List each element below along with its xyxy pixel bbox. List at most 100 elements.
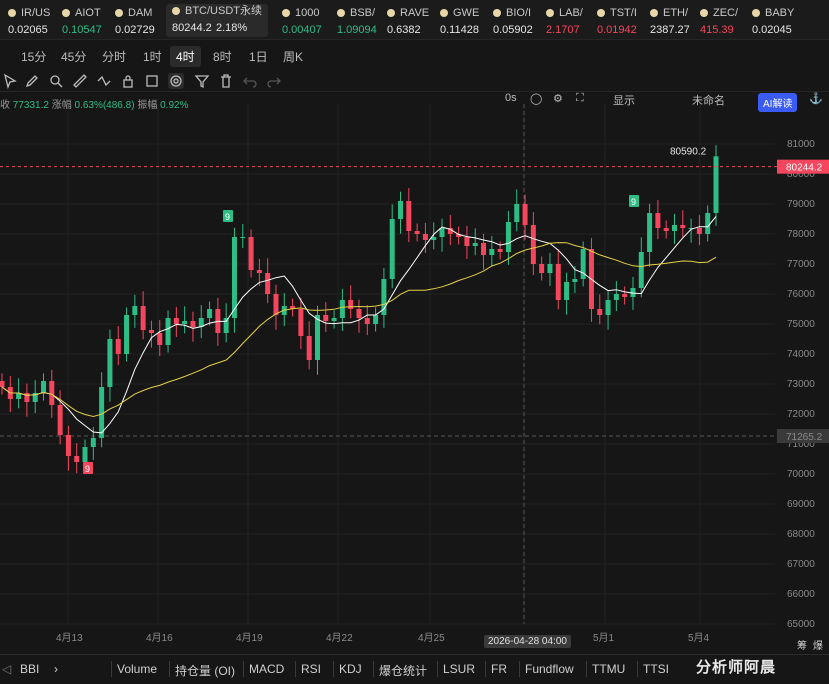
ticker-bar: IR/US 0.02065 AIOT 0.10547 DAM 0.02729 BTC/USD… [0, 0, 829, 40]
candle-body [647, 213, 653, 252]
candle-body [115, 339, 121, 354]
expand-indicators-icon[interactable]: › [54, 662, 58, 676]
interval-tab[interactable]: 分时 [96, 46, 132, 67]
ticker-item[interactable]: BTC/USDT永续 80244.2 2.18% [166, 4, 268, 37]
candle-body [696, 228, 702, 234]
ticker-item[interactable]: AIOT 0.10547 [62, 6, 102, 37]
candle-body [132, 306, 138, 315]
y-tick-label: 65000 [787, 619, 815, 630]
indicator-tab[interactable]: MACD [249, 662, 284, 676]
filter-icon[interactable] [194, 73, 210, 89]
ticker-item[interactable]: GWE 0.11428 [440, 6, 479, 37]
ticker-item[interactable]: DAM 0.02729 [115, 6, 155, 37]
candle-body [398, 201, 404, 219]
pencil-icon[interactable] [24, 73, 40, 89]
indicator-tab[interactable]: 持仓量 (OI) [175, 662, 235, 679]
candle-body [705, 213, 711, 234]
candle-body [481, 243, 487, 255]
candle-body [323, 315, 329, 321]
interval-tab[interactable]: 1日 [243, 46, 274, 67]
ticker-change: 2.18% [216, 22, 248, 34]
candle-body [497, 249, 503, 252]
candle-body [572, 279, 578, 282]
indicator-tab[interactable]: BBI [20, 662, 39, 676]
ticker-item[interactable]: LAB/2.1707 [546, 6, 583, 37]
ticker-price: 2.1707 [546, 24, 580, 36]
candle-body [173, 318, 179, 324]
indicator-tab[interactable]: TTMU [592, 662, 625, 676]
liquidation-tab[interactable]: 爆 [813, 637, 823, 652]
watermark: 分析师阿晨 [696, 659, 777, 676]
undo-icon[interactable] [242, 73, 258, 89]
redo-icon[interactable] [266, 73, 282, 89]
ticker-item[interactable]: BSB/1.09094 [337, 6, 377, 37]
crosshair-date-label: 2026-04-28 04:00 [484, 635, 571, 648]
link-icon[interactable] [168, 73, 184, 89]
indicator-tab[interactable]: KDJ [339, 662, 362, 676]
divider [519, 661, 520, 677]
ticker-price: 0.02729 [115, 24, 155, 36]
indicator-tab[interactable]: TTSI [643, 662, 669, 676]
candle-body [65, 435, 71, 456]
candle-body [597, 309, 603, 315]
indicator-tab[interactable]: 爆仓统计 [379, 662, 427, 679]
ticker-item[interactable]: BIO/I 0.05902 [493, 6, 533, 37]
candle-body [663, 228, 669, 231]
candle-body [165, 318, 171, 345]
template-icon[interactable] [144, 73, 160, 89]
ticker-item[interactable]: RAVE 0.6382 [387, 6, 429, 37]
ticker-item[interactable]: 1000 0.00407 [282, 6, 322, 37]
y-tick-label: 66000 [787, 589, 815, 600]
candle-body [414, 231, 420, 234]
interval-tab[interactable]: 4时 [170, 46, 201, 67]
y-tick-label: 68000 [787, 529, 815, 540]
scroll-left-icon[interactable]: ◁ [2, 662, 11, 676]
candle-body [638, 252, 644, 288]
candle-body [107, 339, 113, 387]
interval-tab[interactable]: 1时 [137, 46, 168, 67]
ticker-item[interactable]: BABY 0.02045 [752, 6, 794, 37]
candlestick-chart[interactable]: 6500066000670006800069000700007100072000… [0, 104, 829, 650]
ticker-price: 0.02045 [752, 24, 792, 36]
interval-tab[interactable]: 8时 [207, 46, 238, 67]
interval-tab[interactable]: 45分 [55, 46, 92, 67]
indicator-tab[interactable]: LSUR [443, 662, 475, 676]
candle-body [124, 315, 130, 354]
candle-body [539, 264, 545, 273]
ticker-item[interactable]: IR/US 0.02065 [8, 6, 50, 37]
high-price-label: 80590.2 [670, 146, 707, 157]
interval-tab[interactable]: 15分 [15, 46, 52, 67]
crosshair-price-label: 71265.2 [786, 432, 823, 443]
divider [437, 661, 438, 677]
interval-tab[interactable]: 周K [277, 46, 309, 67]
y-tick-label: 72000 [787, 409, 815, 420]
ticker-name: RAVE [387, 7, 429, 19]
y-tick-label: 75000 [787, 319, 815, 330]
ruler-icon[interactable] [72, 73, 88, 89]
ticker-item[interactable]: TST/I 0.01942 [597, 6, 637, 37]
candle-body [74, 456, 80, 462]
cursor-icon[interactable] [2, 73, 18, 89]
indicator-tab[interactable]: FR [491, 662, 507, 676]
ticker-item[interactable]: ETH/2387.27 [650, 6, 690, 37]
magnet-icon[interactable] [48, 73, 64, 89]
candle-body [505, 222, 511, 252]
ticker-price: 0.11428 [440, 24, 479, 36]
indicator-tab[interactable]: RSI [301, 662, 321, 676]
y-tick-label: 73000 [787, 379, 815, 390]
ticker-name: IR/US [8, 7, 50, 19]
ticker-item[interactable]: ZEC/415.39 [700, 6, 738, 37]
measure-icon[interactable] [96, 73, 112, 89]
indicator-tab[interactable]: Fundflow [525, 662, 574, 676]
lock-icon[interactable] [120, 73, 136, 89]
candle-body [406, 201, 412, 231]
indicator-tab[interactable]: Volume [117, 662, 157, 676]
trash-icon[interactable] [218, 73, 234, 89]
seconds-toggle[interactable]: 0s [505, 92, 517, 104]
chips-tab[interactable]: 筹 [797, 637, 807, 652]
ticker-price: 415.39 [700, 24, 734, 36]
td-signal-label: 9 [225, 212, 230, 222]
divider [373, 661, 374, 677]
x-tick-label: 5月4 [688, 632, 710, 644]
candle-body [265, 273, 271, 294]
